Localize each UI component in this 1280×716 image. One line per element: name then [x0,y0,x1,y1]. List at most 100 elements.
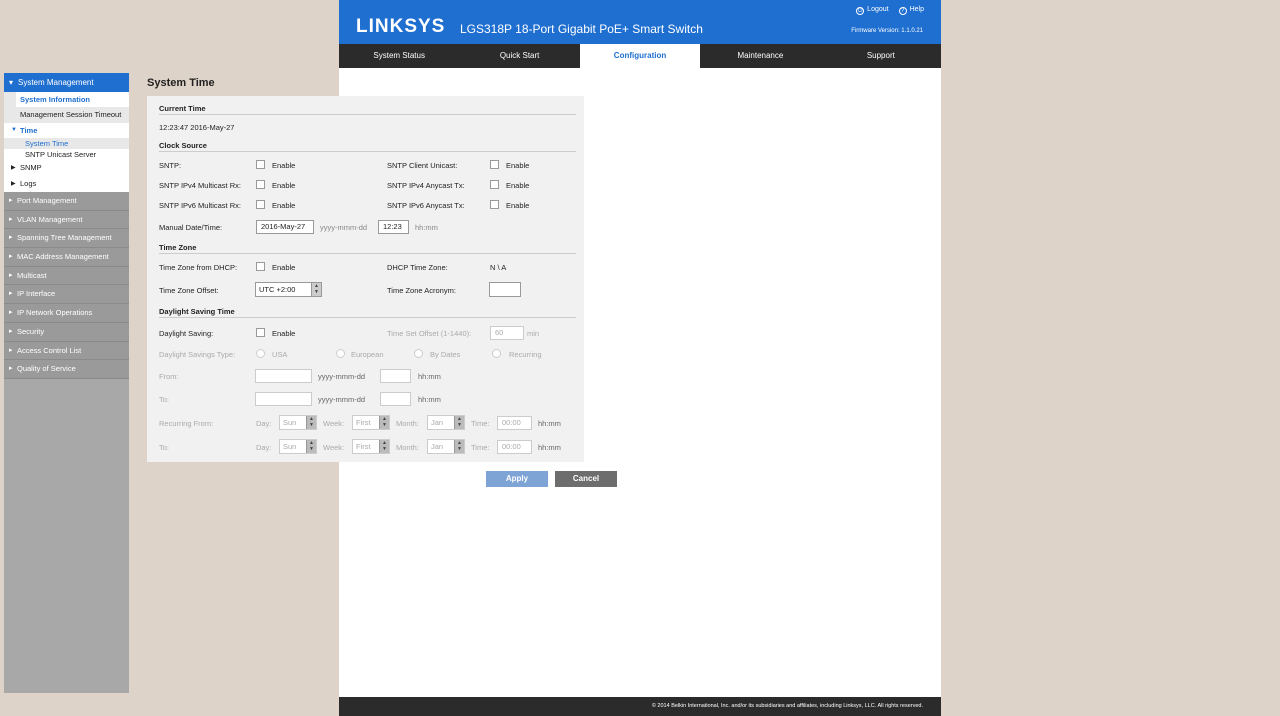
dhcp-time-zone-label: DHCP Time Zone: [387,263,448,272]
manual-date-input[interactable]: 2016-May-27 [256,220,314,234]
tz-from-dhcp-checkbox[interactable] [256,262,265,271]
sidebar-system-management[interactable]: System Management [4,73,129,92]
recurring-to-day-select[interactable]: Sun ▲ ▼ [279,439,317,454]
recurring-to-day-value: Sun [283,442,297,451]
dst-heading: Daylight Saving Time [159,307,235,316]
dst-type-by-dates-radio[interactable] [414,349,423,358]
sidebar-item-sntp-unicast[interactable]: SNTP Unicast Server [4,149,129,160]
recurring-to-month-label: Month: [396,443,419,452]
dst-type-usa-radio[interactable] [256,349,265,358]
help-link[interactable]: ? Help [898,6,924,15]
chevron-right-icon: ▶ [11,165,16,171]
daylight-saving-checkbox[interactable] [256,328,265,337]
ipv4-anycast-checkbox[interactable] [490,180,499,189]
recurring-from-time-input[interactable]: 00:00 [497,416,532,430]
sidebar-item-snmp[interactable]: ▶ SNMP [4,160,129,176]
tz-acronym-label: Time Zone Acronym: [387,286,456,295]
recurring-from-month-select[interactable]: Jan ▲ ▼ [427,415,465,430]
sntp-client-unicast-checkbox[interactable] [490,160,499,169]
recurring-to-month-value: Jan [431,442,444,451]
recurring-from-day-select[interactable]: Sun ▲ ▼ [279,415,317,430]
logout-label: Logout [867,6,889,13]
divider [159,253,576,254]
sidebar-item-mac-address[interactable]: MAC Address Management [4,248,129,267]
recurring-to-week-label: Week: [323,443,345,452]
ipv4-anycast-label: SNTP IPv4 Anycast Tx: [387,181,465,190]
spinner-icon: ▲ ▼ [379,440,389,453]
sidebar-item-acl[interactable]: Access Control List [4,341,129,361]
dst-from-date-format: yyyy-mmm-dd [318,372,366,381]
recurring-from-month-value: Jan [431,418,444,427]
ipv6-anycast-checkbox[interactable] [490,200,499,209]
manual-datetime-label: Manual Date/Time: [159,223,223,232]
dst-to-label: To: [159,395,170,404]
ipv6-anycast-enable-label: Enable [506,201,530,210]
dst-from-date-input[interactable] [255,369,312,383]
spinner-icon: ▲ ▼ [306,440,316,453]
dst-to-date-input[interactable] [255,392,312,406]
dhcp-time-zone-value: N \ A [490,263,507,272]
tab-quick-start[interactable]: Quick Start [459,44,579,68]
tab-system-status[interactable]: System Status [339,44,459,68]
sidebar-item-system-time[interactable]: System Time [4,138,129,149]
sidebar-item-qos[interactable]: Quality of Service [4,360,129,379]
recurring-from-time-label: Time: [471,419,490,428]
tab-configuration[interactable]: Configuration [579,44,701,68]
dst-type-label: Daylight Savings Type: [159,350,236,359]
sidebar-item-port-management[interactable]: Port Management [4,192,129,211]
system-time-panel: Current Time 12:23:47 2016-May-27 Clock … [147,96,584,462]
sntp-client-unicast-label: SNTP Client Unicast: [387,161,458,170]
dst-from-time-format: hh:mm [418,372,441,381]
logout-link[interactable]: ⏻ Logout [856,6,889,15]
ipv4-multicast-checkbox[interactable] [256,180,265,189]
spinner-icon: ▲ ▼ [379,416,389,429]
sntp-checkbox[interactable] [256,160,265,169]
tab-support[interactable]: Support [821,44,941,68]
recurring-to-day-label: Day: [256,443,272,452]
recurring-from-day-label: Day: [256,419,272,428]
recurring-from-week-value: First [356,418,371,427]
recurring-to-time-format: hh:mm [538,443,561,452]
tab-maintenance[interactable]: Maintenance [700,44,820,68]
sidebar-item-ip-network-operations[interactable]: IP Network Operations [4,304,129,323]
ipv6-multicast-checkbox[interactable] [256,200,265,209]
sidebar-item-vlan-management[interactable]: VLAN Management [4,210,129,230]
time-set-offset-input[interactable]: 60 [490,326,524,340]
apply-button[interactable]: Apply [486,471,548,487]
daylight-saving-label: Daylight Saving: [159,329,214,338]
sidebar-item-multicast[interactable]: Multicast [4,266,129,286]
spinner-icon: ▲ ▼ [311,283,321,296]
sntp-client-unicast-enable-label: Enable [506,161,530,170]
recurring-to-time-input[interactable]: 00:00 [497,440,532,454]
manual-time-input[interactable]: 12:23 [378,220,409,234]
dst-to-time-input[interactable] [380,392,411,406]
sidebar-item-time[interactable]: ▼ Time [4,123,129,138]
sidebar-item-logs[interactable]: ▶ Logs [4,176,129,192]
help-icon: ? [898,7,907,15]
manual-time-format: hh:mm [415,223,438,232]
dst-type-recurring-radio[interactable] [492,349,501,358]
sidebar-item-security[interactable]: Security [4,322,129,342]
product-title: LGS318P 18-Port Gigabit PoE+ Smart Switc… [460,22,703,36]
dst-from-time-input[interactable] [380,369,411,383]
tz-offset-value: UTC +2:00 [259,285,296,294]
chevron-down-icon: ▼ [11,127,17,133]
recurring-to-month-select[interactable]: Jan ▲ ▼ [427,439,465,454]
divider [159,114,576,115]
sidebar-item-spanning-tree[interactable]: Spanning Tree Management [4,229,129,249]
dst-type-by-dates-label: By Dates [430,350,461,359]
recurring-from-week-select[interactable]: First ▲ ▼ [352,415,390,430]
sidebar-item-session-timeout[interactable]: Management Session Timeout [16,107,129,123]
clock-source-heading: Clock Source [159,141,207,150]
recurring-to-week-select[interactable]: First ▲ ▼ [352,439,390,454]
sidebar-item-ip-interface[interactable]: IP Interface [4,285,129,305]
tz-offset-select[interactable]: UTC +2:00 ▲ ▼ [255,282,322,297]
dst-type-european-radio[interactable] [336,349,345,358]
cancel-button[interactable]: Cancel [555,471,617,487]
sidebar: System Management System Information Man… [4,73,129,693]
dst-to-date-format: yyyy-mmm-dd [318,395,366,404]
manual-date-format: yyyy-mmm-dd [320,223,368,232]
linksys-logo: LINKSYS [356,16,446,37]
sidebar-item-system-information[interactable]: System Information [16,92,129,107]
tz-acronym-input[interactable] [489,282,521,297]
